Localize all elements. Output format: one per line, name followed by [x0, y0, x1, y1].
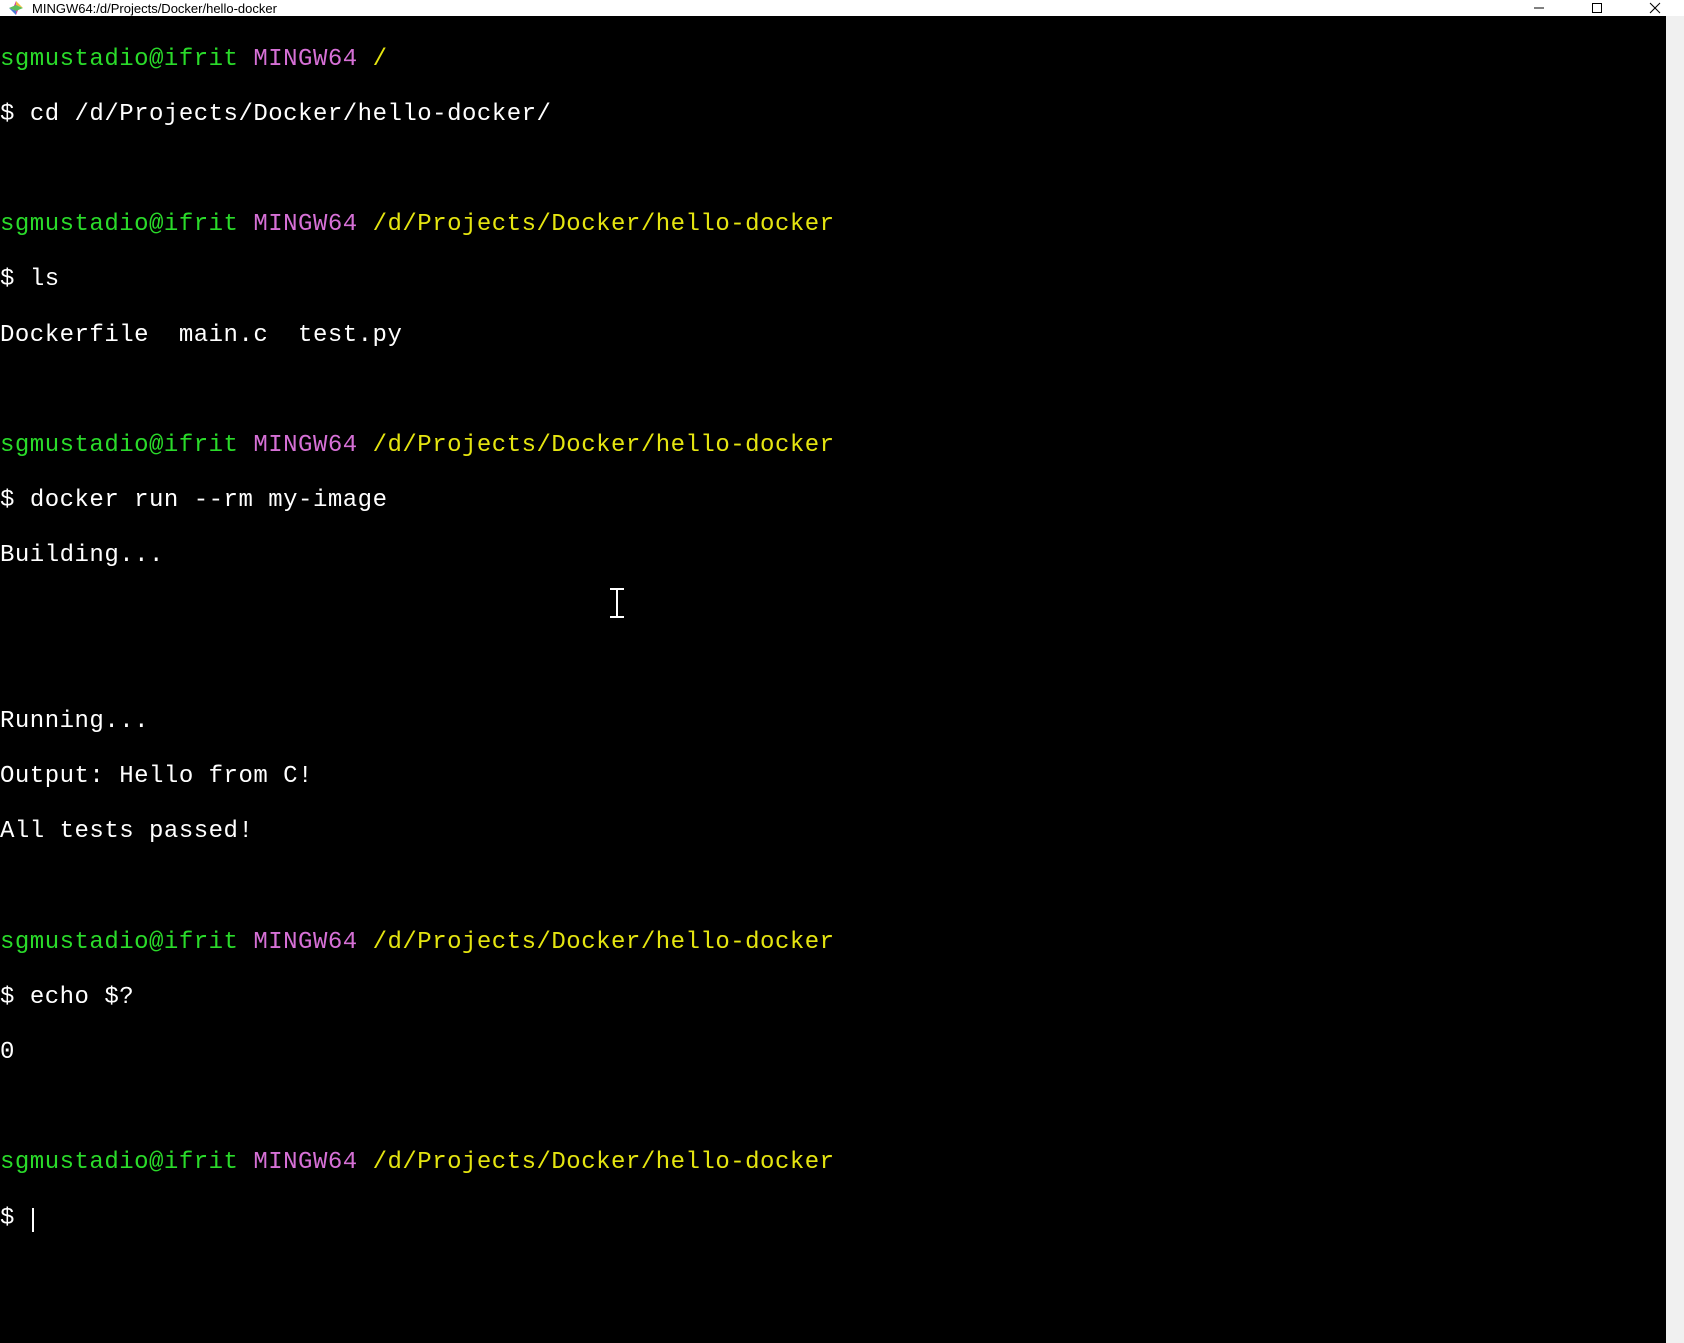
scrollbar[interactable]: [1666, 16, 1684, 1343]
prompt-sys: MINGW64: [253, 929, 357, 956]
close-button[interactable]: [1626, 0, 1684, 16]
prompt-symbol: $: [0, 101, 15, 128]
titlebar[interactable]: MINGW64:/d/Projects/Docker/hello-docker: [0, 0, 1684, 16]
prompt-sys: MINGW64: [253, 211, 357, 238]
terminal-cursor: [32, 1208, 34, 1232]
prompt-symbol: $: [0, 266, 15, 293]
prompt-user: sgmustadio@ifrit: [0, 929, 238, 956]
prompt-sys: MINGW64: [253, 1149, 357, 1176]
window-controls: [1510, 0, 1684, 16]
prompt-sys: MINGW64: [253, 46, 357, 73]
prompt-path: /d/Projects/Docker/hello-docker: [373, 929, 835, 956]
command-text: docker run --rm my-image: [30, 487, 388, 514]
terminal-wrap: sgmustadio@ifrit MINGW64 / $ cd /d/Proje…: [0, 16, 1684, 1343]
window-title: MINGW64:/d/Projects/Docker/hello-docker: [32, 1, 1510, 16]
prompt-user: sgmustadio@ifrit: [0, 46, 238, 73]
output-line: All tests passed!: [0, 818, 1666, 846]
prompt-user: sgmustadio@ifrit: [0, 211, 238, 238]
terminal[interactable]: sgmustadio@ifrit MINGW64 / $ cd /d/Proje…: [0, 16, 1666, 1343]
prompt-symbol: $: [0, 1205, 15, 1232]
app-window: MINGW64:/d/Projects/Docker/hello-docker …: [0, 0, 1684, 916]
prompt-path: /d/Projects/Docker/hello-docker: [373, 211, 835, 238]
prompt-user: sgmustadio@ifrit: [0, 1149, 238, 1176]
command-text: cd /d/Projects/Docker/hello-docker/: [30, 101, 552, 128]
prompt-user: sgmustadio@ifrit: [0, 432, 238, 459]
prompt-sys: MINGW64: [253, 432, 357, 459]
prompt-symbol: $: [0, 487, 15, 514]
output-line: Running...: [0, 708, 1666, 736]
output-line: Output: Hello from C!: [0, 763, 1666, 791]
output-line: 0: [0, 1039, 1666, 1067]
command-text: echo $?: [30, 984, 134, 1011]
prompt-symbol: $: [0, 984, 15, 1011]
app-icon: [8, 0, 24, 16]
minimize-button[interactable]: [1510, 0, 1568, 16]
output-line: Building...: [0, 542, 1666, 570]
prompt-path: /d/Projects/Docker/hello-docker: [373, 432, 835, 459]
output-line: Dockerfile main.c test.py: [0, 322, 1666, 350]
maximize-button[interactable]: [1568, 0, 1626, 16]
prompt-path: /: [373, 46, 388, 73]
prompt-path: /d/Projects/Docker/hello-docker: [373, 1149, 835, 1176]
command-text: ls: [30, 266, 60, 293]
